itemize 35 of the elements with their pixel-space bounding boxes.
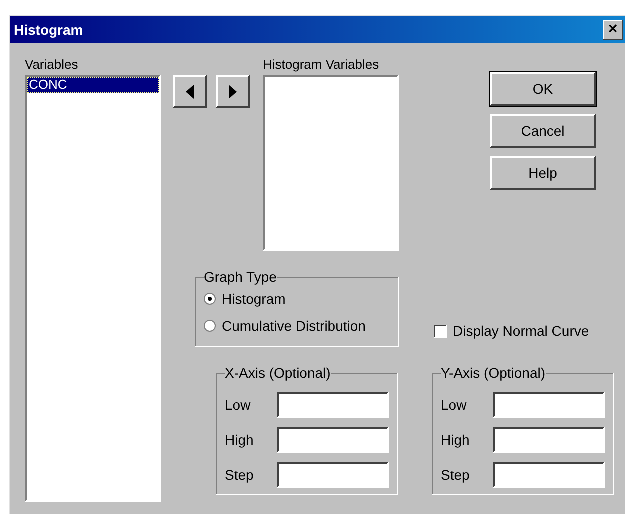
field-label: Step bbox=[225, 466, 254, 482]
variables-label: Variables bbox=[25, 57, 80, 74]
field-label: Step bbox=[441, 466, 470, 482]
field-label: High bbox=[441, 432, 470, 448]
histogram-variables-list[interactable] bbox=[263, 75, 399, 251]
dialog-button[interactable]: OK bbox=[490, 72, 596, 106]
move-right-button[interactable] bbox=[216, 75, 250, 108]
left-triangle-icon bbox=[186, 84, 194, 98]
radio-button[interactable] bbox=[204, 292, 216, 304]
close-button[interactable]: × bbox=[603, 20, 623, 40]
option-label: Histogram bbox=[222, 290, 286, 306]
variables-list[interactable]: CONC bbox=[25, 75, 161, 502]
move-left-button[interactable] bbox=[173, 75, 207, 108]
list-item[interactable]: CONC bbox=[27, 77, 159, 93]
group-title: X-Axis (Optional) bbox=[225, 365, 331, 381]
input-field[interactable] bbox=[277, 392, 389, 418]
input-field[interactable] bbox=[277, 426, 389, 452]
group-title: Y-Axis (Optional) bbox=[441, 365, 546, 381]
right-triangle-icon bbox=[229, 84, 237, 98]
group-title: Graph Type bbox=[204, 269, 277, 285]
dialog-button[interactable]: Help bbox=[490, 156, 596, 190]
window-title: Histogram bbox=[14, 22, 84, 38]
histogram-variables-label: Histogram Variables bbox=[263, 57, 380, 74]
input-field[interactable] bbox=[493, 392, 605, 418]
field-label: Low bbox=[225, 396, 251, 412]
dialog-button[interactable]: Cancel bbox=[490, 114, 596, 148]
checkbox-label: Display Normal Curve bbox=[453, 323, 590, 339]
field-label: High bbox=[225, 432, 254, 448]
radio-button[interactable] bbox=[204, 320, 216, 332]
input-field[interactable] bbox=[493, 462, 605, 488]
option-label: Cumulative Distribution bbox=[222, 318, 366, 334]
checkbox[interactable] bbox=[434, 324, 447, 338]
field-label: Low bbox=[441, 396, 467, 412]
input-field[interactable] bbox=[277, 462, 389, 488]
input-field[interactable] bbox=[493, 426, 605, 452]
